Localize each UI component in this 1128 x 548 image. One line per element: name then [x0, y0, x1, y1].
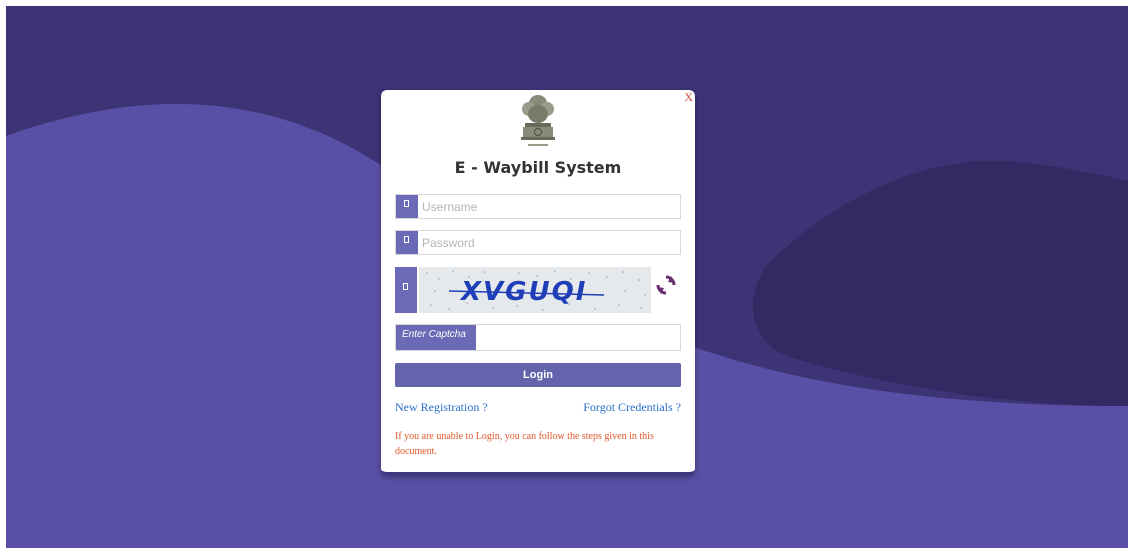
close-button[interactable]: X: [684, 90, 693, 105]
refresh-icon[interactable]: [655, 274, 677, 296]
captcha-image: XVGUQI: [419, 267, 651, 313]
india-emblem-icon: [521, 95, 555, 146]
user-icon: [396, 195, 418, 218]
forgot-credentials-link[interactable]: Forgot Credentials ?: [583, 400, 681, 415]
enter-captcha-label: Enter Captcha: [396, 325, 476, 350]
new-registration-link[interactable]: New Registration ?: [395, 400, 488, 415]
page-title: E - Waybill System: [454, 158, 622, 177]
captcha-field: Enter Captcha: [395, 324, 682, 352]
captcha-icon: [395, 267, 417, 313]
login-button[interactable]: Login: [395, 363, 681, 387]
captcha-input[interactable]: [478, 325, 682, 352]
login-card: X E - Waybill System Username XVGUQI Ent…: [381, 90, 695, 475]
login-help-text[interactable]: If you are unable to Login, you can foll…: [395, 429, 675, 459]
password-input[interactable]: [420, 231, 682, 254]
username-input[interactable]: [420, 195, 682, 218]
lock-icon: [396, 231, 418, 254]
captcha-row: XVGUQI: [395, 267, 681, 313]
password-field: [395, 230, 682, 255]
username-field: [395, 194, 682, 219]
